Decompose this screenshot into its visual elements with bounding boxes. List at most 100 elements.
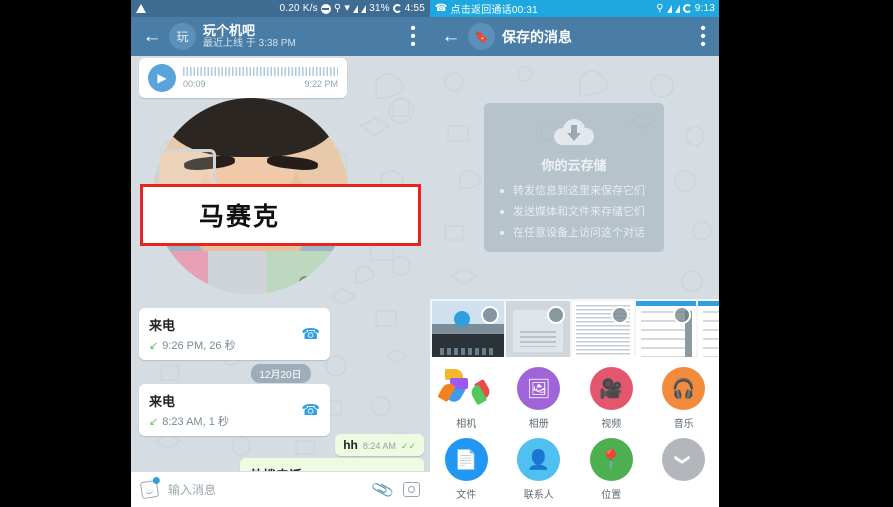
select-checkbox[interactable]	[611, 306, 629, 324]
sticker-icon[interactable]	[139, 479, 160, 500]
photo-duration: 00:07	[159, 276, 192, 288]
alarm-icon	[682, 4, 692, 13]
alarm-icon	[392, 4, 402, 13]
battery-label: 31%	[369, 3, 390, 14]
incoming-call-row-2[interactable]: 来电 ↙ 8:23 AM, 1 秒 ☎	[139, 384, 330, 436]
photo-timestamp: 9:22 PM	[299, 276, 343, 288]
film-icon: 🎥	[589, 367, 633, 410]
attachment-menu[interactable]: 相机 🖼 相册 🎥 视频 🎧 音乐 📄 文件 👤 联系人 📍 位置 ❯	[430, 357, 720, 507]
select-checkbox[interactable]	[481, 306, 499, 324]
attach-label: 视频	[601, 419, 622, 430]
call-banner[interactable]: ☎ 点击返回通话00:31	[435, 1, 538, 16]
map-pin-icon: 📍	[589, 438, 633, 481]
attach-item-camera[interactable]: 相机	[430, 367, 503, 430]
message-text: hh	[343, 438, 358, 452]
date-divider: 12月20日	[250, 364, 311, 383]
attach-item-video[interactable]: 🎥 视频	[575, 367, 648, 430]
list-item[interactable]	[506, 301, 570, 361]
call-title: 外拨电话	[250, 465, 414, 471]
attach-item-collapse[interactable]: ❯	[648, 438, 721, 501]
phone-call-icon: ☎	[435, 2, 448, 14]
chat-title-block[interactable]: 玩个机吧 最近上线 于 3:38 PM	[203, 22, 402, 50]
attach-item-location[interactable]: 📍 位置	[575, 438, 648, 501]
outgoing-call-row[interactable]: 外拨电话 ↗ 8:32 AM, 2 秒 ☎	[240, 458, 424, 471]
attach-item-gallery[interactable]: 🖼 相册	[503, 367, 576, 430]
wifi-icon: ▾	[344, 2, 351, 14]
message-input[interactable]: 输入消息	[168, 481, 363, 498]
back-arrow-icon[interactable]: ←	[137, 27, 167, 46]
avatar[interactable]: 玩	[169, 23, 196, 50]
status-right-icons: 0.20 K/s ⚲ ▾ 31% 4:55	[279, 2, 425, 15]
message-timestamp: 9:22 PM	[304, 79, 338, 89]
list-item[interactable]	[636, 301, 696, 361]
cloud-download-icon	[554, 119, 594, 145]
photo-brow-right	[266, 154, 319, 172]
audio-message-bubble[interactable]: ▶ 00:09 9:22 PM	[139, 58, 347, 98]
signal-sim1-icon	[666, 4, 672, 13]
attach-label: 位置	[601, 490, 622, 501]
messages-container: ▶ 00:09 9:22 PM 00:07 9:22 PM 马赛克 来电 ↙ 9…	[131, 56, 430, 471]
phone-icon[interactable]: ☎	[301, 325, 320, 343]
signal-sim2-icon	[674, 4, 680, 13]
photo-picker-strip[interactable]	[430, 299, 720, 363]
chat-subtitle: 最近上线 于 3:38 PM	[203, 37, 296, 49]
document-icon: 📄	[444, 438, 488, 481]
call-title: 来电	[149, 318, 176, 333]
attach-label: 相册	[528, 419, 549, 430]
call-detail: 9:26 PM, 26 秒	[162, 340, 236, 352]
vpn-key-icon: ⚲	[333, 2, 342, 14]
cloud-storage-card: 你的云存储 转发信息到这里来保存它们 发送媒体和文件来存储它们 在任意设备上访问…	[484, 103, 664, 252]
attach-item-music[interactable]: 🎧 音乐	[648, 367, 721, 430]
incoming-call-row-1[interactable]: 来电 ↙ 9:26 PM, 26 秒 ☎	[139, 308, 330, 360]
audio-waveform[interactable]	[183, 67, 338, 76]
play-icon[interactable]: ▶	[148, 64, 176, 92]
saved-messages-area[interactable]: 你的云存储 转发信息到这里来保存它们 发送媒体和文件来存储它们 在任意设备上访问…	[430, 56, 720, 507]
do-not-disturb-icon	[320, 3, 331, 14]
network-speed-label: 0.20 K/s	[279, 3, 318, 14]
list-item[interactable]	[698, 301, 720, 361]
phone-icon[interactable]: ☎	[301, 401, 320, 419]
call-detail-row: ↙ 8:23 AM, 1 秒	[149, 413, 320, 429]
status-bar-right[interactable]: ☎ 点击返回通话00:31 ⚲ 9:13	[430, 0, 720, 17]
chat-message-list[interactable]: ▶ 00:09 9:22 PM 00:07 9:22 PM 马赛克 来电 ↙ 9…	[131, 56, 430, 471]
page-title: 玩个机吧	[203, 22, 256, 38]
camera-icon[interactable]	[403, 482, 420, 497]
attach-label: 文件	[456, 490, 477, 501]
paperclip-icon[interactable]: 📎	[370, 477, 396, 503]
overflow-menu-icon[interactable]: • • •	[692, 20, 714, 52]
avatar-letter: 玩	[176, 30, 189, 44]
bookmark-icon[interactable]: 🔖	[468, 23, 495, 50]
audio-meta: 00:09 9:22 PM	[183, 79, 338, 89]
chevron-down-icon: ❯	[662, 438, 706, 481]
select-checkbox[interactable]	[673, 306, 691, 324]
letterbox-left	[0, 0, 131, 507]
panel-divider-right	[719, 0, 720, 507]
camera-shutter-icon	[437, 367, 493, 410]
clock-label: 9:13	[694, 3, 715, 14]
photo-icon: 🖼	[517, 367, 561, 410]
toolbar-left: ← 玩 玩个机吧 最近上线 于 3:38 PM • • •	[131, 17, 430, 56]
mosaic-annotation-box: 马赛克	[140, 184, 421, 246]
overflow-menu-icon[interactable]: • • •	[402, 20, 424, 52]
call-incoming-arrow-icon: ↙	[149, 415, 159, 428]
status-right-icons: ⚲ 9:13	[656, 3, 715, 14]
message-input-bar[interactable]: 输入消息 📎	[131, 471, 430, 507]
attach-label: 相机	[456, 419, 477, 430]
outgoing-text-bubble[interactable]: hh 8:24 AM ✓✓	[335, 434, 424, 456]
read-ticks-icon: ✓✓	[400, 441, 416, 451]
status-left-icons	[136, 4, 146, 13]
right-phone-screen: ☎ 点击返回通话00:31 ⚲ 9:13 ← 🔖 保存的消息 • • • 你的云…	[430, 0, 720, 507]
mosaic-label: 马赛克	[199, 203, 281, 231]
cloud-card-bullets: 转发信息到这里来保存它们 发送媒体和文件来存储它们 在任意设备上访问这个对话	[498, 184, 650, 240]
attachment-row-1: 相机 🖼 相册 🎥 视频 🎧 音乐	[430, 367, 720, 430]
screenshot-stage: 0.20 K/s ⚲ ▾ 31% 4:55 ← 玩 玩个机吧 最近上线 于 3:…	[0, 0, 893, 507]
list-item[interactable]	[572, 301, 634, 361]
letterbox-right	[720, 0, 893, 507]
attach-item-file[interactable]: 📄 文件	[430, 438, 503, 501]
back-arrow-icon[interactable]: ←	[436, 27, 466, 46]
select-checkbox[interactable]	[547, 306, 565, 324]
warning-triangle-icon	[136, 4, 146, 13]
attach-item-contact[interactable]: 👤 联系人	[503, 438, 576, 501]
list-item[interactable]	[432, 301, 504, 361]
list-item: 在任意设备上访问这个对话	[500, 226, 650, 240]
